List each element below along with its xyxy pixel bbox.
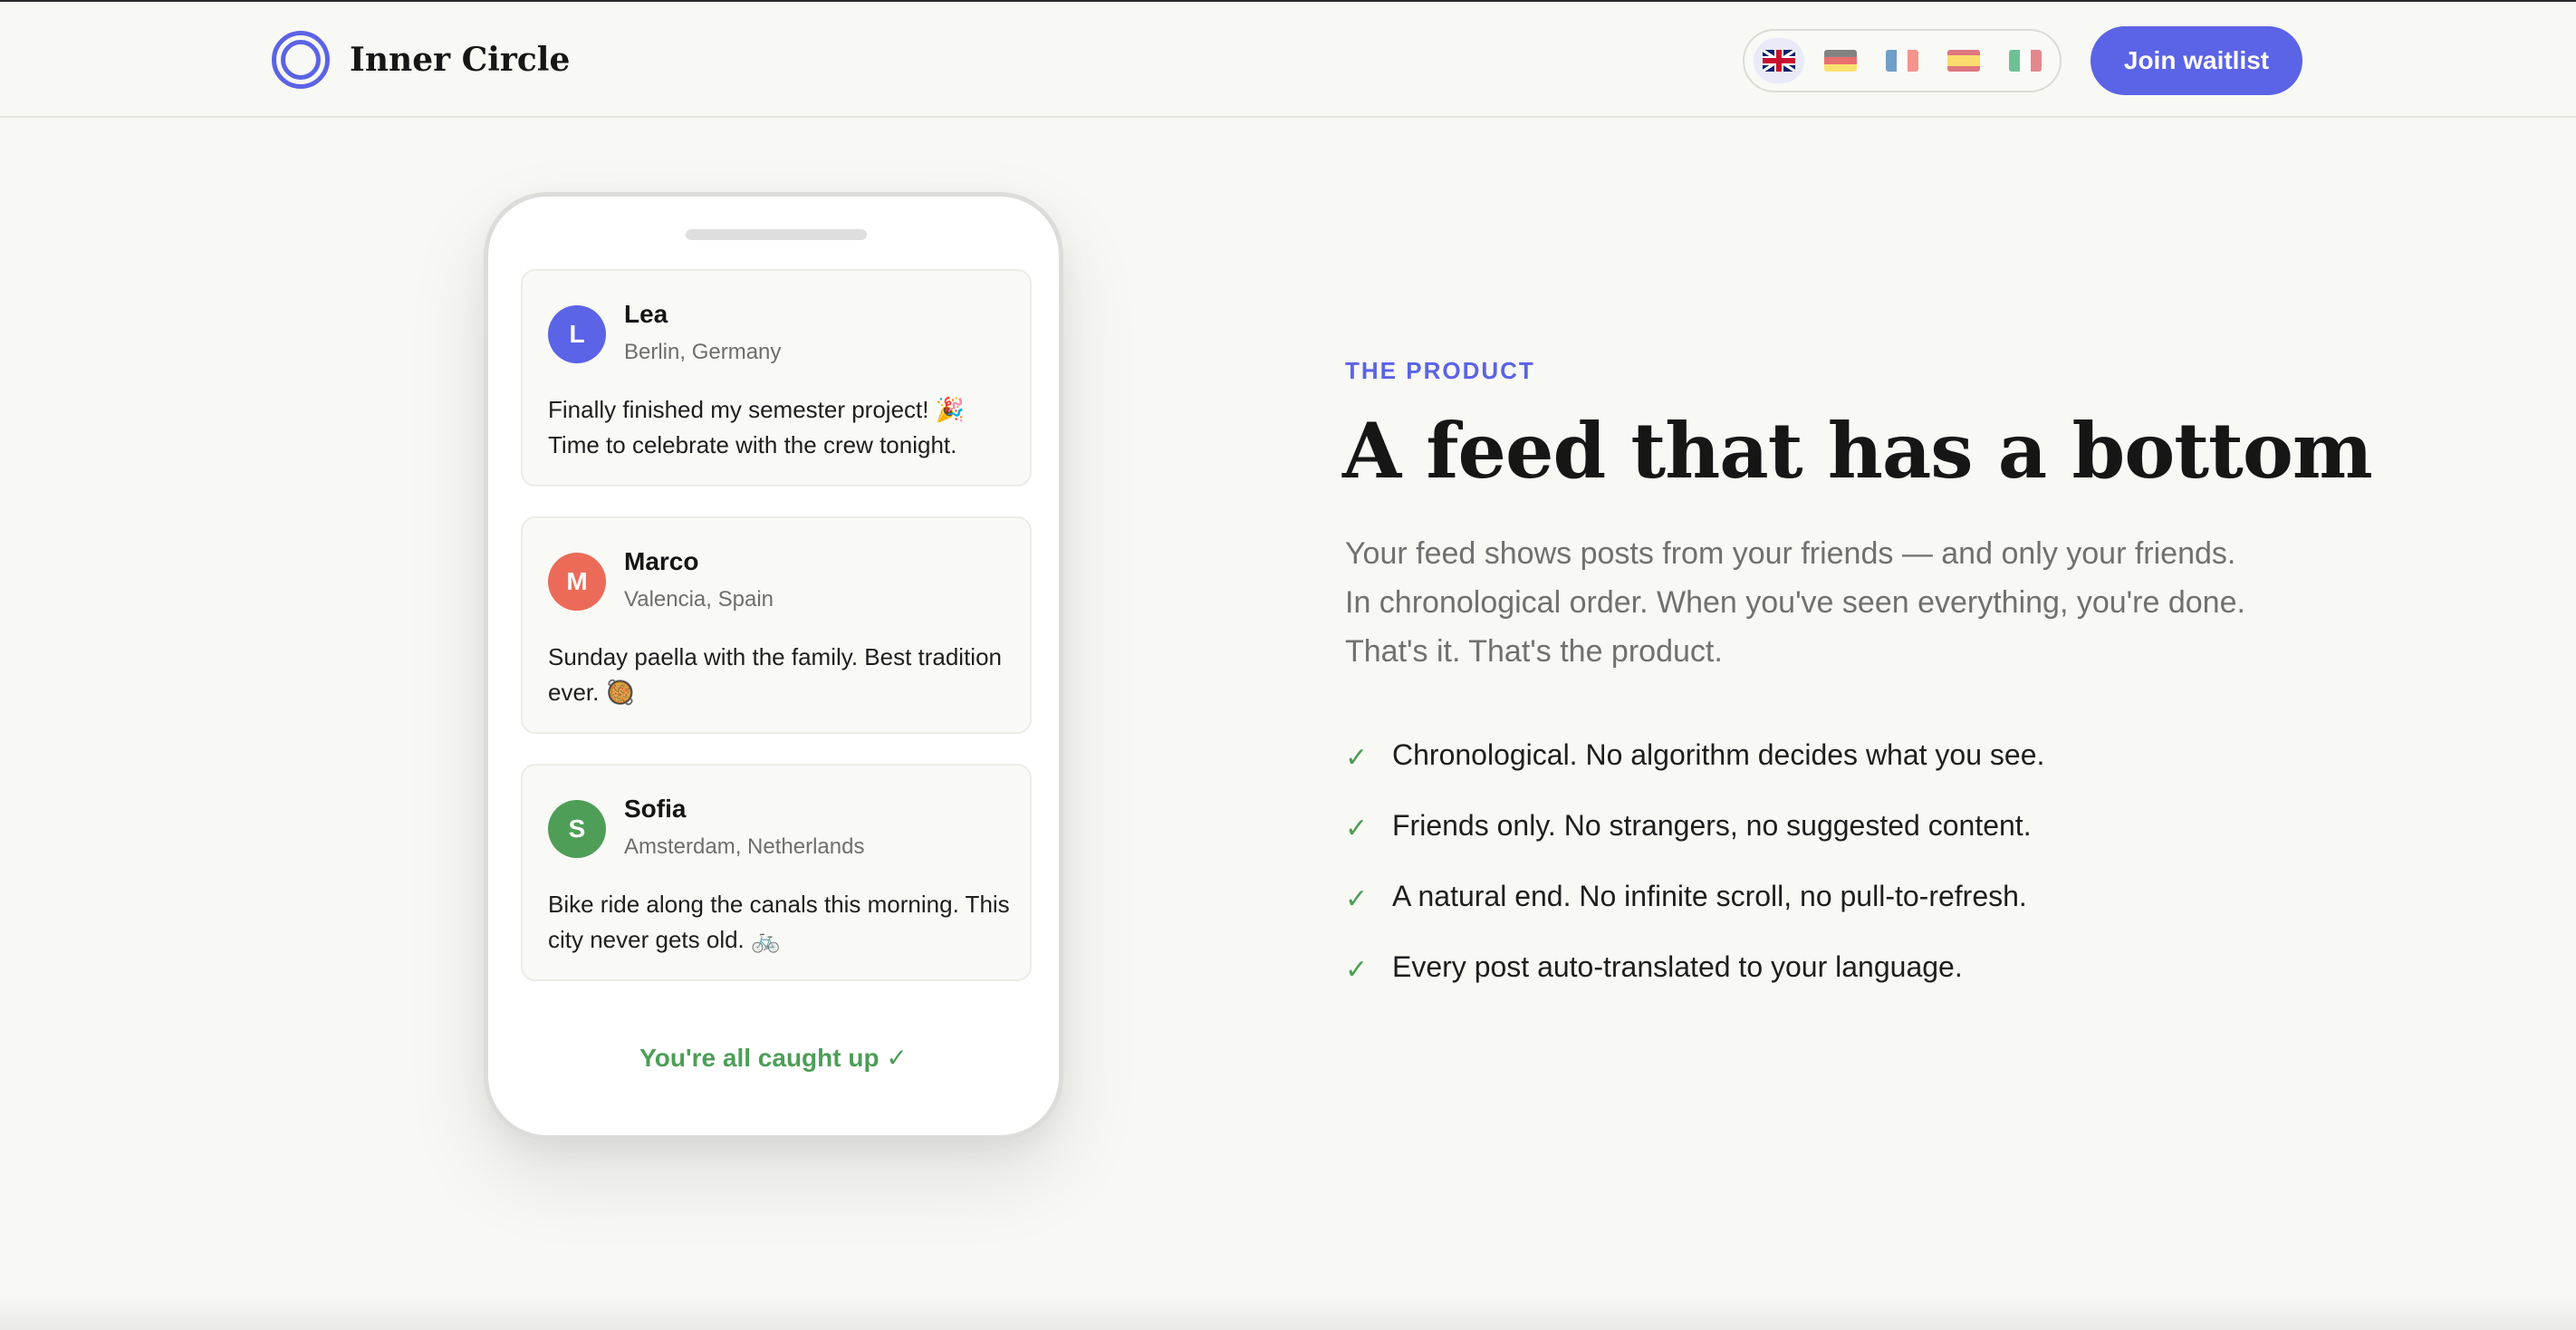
germany-flag-icon — [1824, 50, 1857, 72]
language-option-it[interactable] — [2000, 38, 2051, 83]
post-author-name: Marco — [624, 547, 699, 575]
feature-list: ✓ Chronological. No algorithm decides wh… — [1345, 719, 2044, 1002]
feature-text: Friends only. No strangers, no suggested… — [1392, 808, 2032, 842]
feature-text: Chronological. No algorithm decides what… — [1392, 737, 2045, 771]
phone-mockup: L Lea Berlin, Germany Finally finished m… — [484, 192, 1063, 1140]
language-option-de[interactable] — [1815, 38, 1866, 83]
brand-name: Inner Circle — [350, 41, 571, 79]
post-author-location: Valencia, Spain — [624, 587, 774, 612]
phone-notch — [686, 229, 867, 240]
language-switcher — [1743, 29, 2062, 92]
italy-flag-icon — [2009, 50, 2042, 72]
feature-item: ✓ Friends only. No strangers, no suggest… — [1345, 790, 2044, 861]
feature-text: A natural end. No infinite scroll, no pu… — [1392, 879, 2027, 912]
avatar: S — [548, 800, 606, 858]
feature-item: ✓ A natural end. No infinite scroll, no … — [1345, 861, 2044, 931]
post-author-location: Amsterdam, Netherlands — [624, 834, 865, 859]
language-option-en[interactable] — [1754, 38, 1804, 83]
post-text: Bike ride along the canals this morning.… — [548, 891, 1010, 953]
post-author-location: Berlin, Germany — [624, 340, 782, 364]
uk-flag-icon — [1763, 50, 1795, 72]
check-icon: ✓ — [1345, 742, 1369, 773]
feature-text: Every post auto-translated to your langu… — [1392, 949, 1963, 983]
avatar: M — [548, 553, 606, 611]
brand-logo[interactable]: Inner Circle — [272, 31, 570, 89]
post-author-name: Sofia — [624, 795, 687, 823]
check-icon: ✓ — [1345, 883, 1369, 914]
feed-post[interactable]: L Lea Berlin, Germany Finally finished m… — [521, 269, 1032, 487]
avatar: L — [548, 305, 606, 363]
join-waitlist-button[interactable]: Join waitlist — [2091, 26, 2302, 95]
spain-flag-icon — [1947, 50, 1980, 72]
feed-post[interactable]: M Marco Valencia, Spain Sunday paella wi… — [521, 516, 1032, 734]
language-option-fr[interactable] — [1877, 38, 1927, 83]
post-text: Sunday paella with the family. Best trad… — [548, 643, 1003, 706]
language-option-es[interactable] — [1938, 38, 1989, 83]
check-icon: ✓ — [1345, 954, 1369, 985]
france-flag-icon — [1886, 50, 1918, 72]
section-lead: Your feed shows posts from your friends … — [1345, 536, 2245, 669]
post-author-name: Lea — [624, 300, 668, 328]
feed-post[interactable]: S Sofia Amsterdam, Netherlands Bike ride… — [521, 764, 1032, 981]
section-eyebrow: THE PRODUCT — [1345, 357, 1535, 384]
site-header: Inner Circle Join waitlist — [0, 2, 2576, 118]
feature-item: ✓ Every post auto-translated to your lan… — [1345, 931, 2044, 1002]
feature-item: ✓ Chronological. No algorithm decides wh… — [1345, 719, 2044, 790]
post-text: Finally finished my semester project! 🎉 … — [548, 396, 966, 458]
check-icon: ✓ — [1345, 813, 1369, 843]
page-bottom-shadow — [0, 1294, 2576, 1330]
section-headline: A feed that has a bottom — [1342, 406, 2373, 496]
caught-up-message: You're all caught up ✓ — [639, 1044, 908, 1072]
logo-icon — [272, 31, 330, 89]
